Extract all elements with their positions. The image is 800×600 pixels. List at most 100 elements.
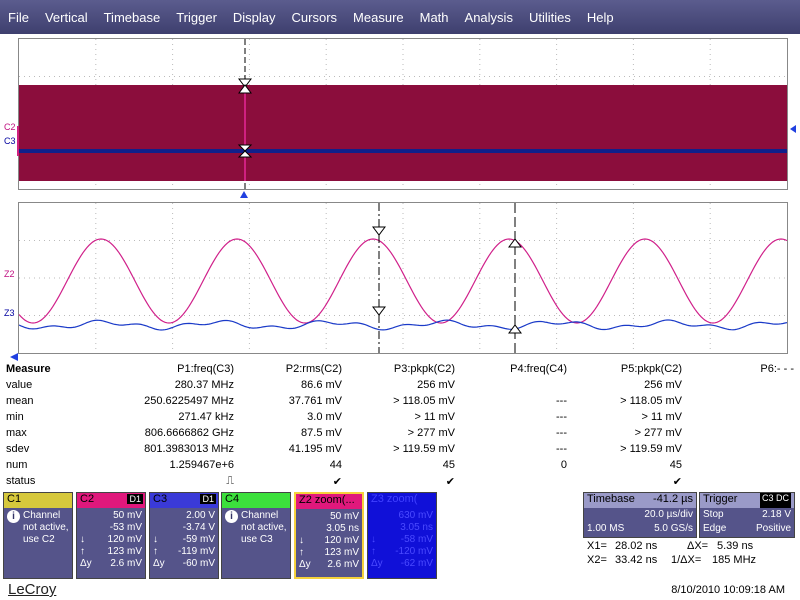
measure-column-p5[interactable]: P5:pkpk(C2) — [621, 363, 682, 375]
channel-value: -120 mV — [395, 546, 433, 557]
menu-bar: File Vertical Timebase Trigger Display Cursor… — [0, 0, 800, 34]
c2-trace-label: C2 — [4, 122, 16, 132]
measure-row: num 1.259467e+6 44 45 0 45 — [0, 458, 800, 474]
channel-value-row: -3.74 V — [153, 522, 215, 534]
measure-column-p6[interactable]: P6:- - - — [760, 363, 794, 375]
measure-value: 271.47 kHz — [178, 411, 234, 423]
channel-value-symbol: ↑ — [80, 546, 85, 557]
zoom-z3-title: Z3 zoom( — [368, 493, 436, 508]
menu-item-analysis[interactable]: Analysis — [457, 10, 521, 25]
measure-row-label: min — [6, 411, 24, 423]
channel-value-row: ↑ -119 mV — [153, 546, 215, 558]
menu-item-math[interactable]: Math — [412, 10, 457, 25]
channel-value: 3.05 ns — [400, 522, 433, 533]
menu-item-help[interactable]: Help — [579, 10, 622, 25]
timebase-div: 20.0 µs/div — [644, 509, 693, 520]
zoom-z3-box[interactable]: Z3 zoom( 630 mV 3.05 ns ↓ -58 mV ↑ -120 mV Δy -… — [367, 492, 437, 579]
measure-value: 37.761 mV — [288, 395, 342, 407]
measure-value: --- — [556, 443, 567, 455]
note-line: Channel — [241, 510, 279, 521]
channel-value-row: ↓ 120 mV — [80, 534, 142, 546]
z3-trace-label: Z3 — [4, 308, 15, 318]
measure-column-p2[interactable]: P2:rms(C2) — [286, 363, 342, 375]
channel-value-symbol: Δy — [153, 558, 165, 569]
channel-value-row: ↑ 123 mV — [80, 546, 142, 558]
channel-c4-box[interactable]: C4 i Channel not active, use C3 — [221, 492, 291, 579]
channel-value-symbol: Δy — [299, 559, 311, 570]
trigger-position-icon[interactable] — [236, 189, 252, 199]
channel-c2-tag: D1 — [127, 494, 143, 504]
measure-value: > 277 mV — [407, 427, 455, 439]
menu-item-vertical[interactable]: Vertical — [37, 10, 96, 25]
measure-value: 250.6225497 MHz — [144, 395, 234, 407]
channel-value-row: Δy -60 mV — [153, 558, 215, 570]
measure-column-p4[interactable]: P4:freq(C4) — [510, 363, 567, 375]
measure-column-p1[interactable]: P1:freq(C3) — [177, 363, 234, 375]
timebase-delay: -41.2 µs — [653, 493, 693, 505]
z2-trace — [19, 238, 787, 324]
measure-value: 41.195 mV — [288, 443, 342, 455]
channel-c2-box[interactable]: C2 D1 50 mV -53 mV ↓ 120 mV ↑ 123 mV Δy 2.6 mV — [76, 492, 146, 579]
measure-header-row: Measure P1:freq(C3) P2:rms(C2) P3:pkpk(C… — [0, 362, 800, 378]
measure-value: 256 mV — [417, 379, 455, 391]
timebase-label: Timebase — [587, 493, 635, 505]
measure-row-label: status — [6, 475, 36, 487]
menu-item-cursors[interactable]: Cursors — [284, 10, 346, 25]
trigger-title: Trigger C3 DC — [700, 493, 794, 508]
measure-column-p3[interactable]: P3:pkpk(C2) — [394, 363, 455, 375]
menu-item-file[interactable]: File — [0, 10, 37, 25]
timebase-rate: 5.0 GS/s — [654, 523, 693, 534]
timebase-box[interactable]: Timebase -41.2 µs 20.0 µs/div 1.00 MS 5.0… — [583, 492, 697, 538]
trigger-level: 2.18 V — [762, 509, 791, 520]
channel-value-row: ↓ 120 mV — [299, 535, 359, 547]
trigger-mode: Stop — [703, 509, 724, 520]
measure-value: 45 — [442, 459, 455, 471]
trigger-label: Trigger — [703, 493, 738, 505]
menu-item-trigger[interactable]: Trigger — [168, 10, 225, 25]
measure-row-label: value — [6, 379, 33, 391]
cursor-inv-value: 185 MHz — [712, 554, 757, 566]
channel-value-symbol: ↑ — [371, 546, 376, 557]
menu-item-timebase[interactable]: Timebase — [96, 10, 169, 25]
cursor-dx-value: 5.39 ns — [717, 540, 754, 552]
measure-row: sdev 801.3983013 MHz 41.195 mV > 119.59 mV -… — [0, 442, 800, 458]
zoom-z2-box[interactable]: Z2 zoom(... 50 mV 3.05 ns ↓ 120 mV ↑ 123 mV Δy… — [294, 492, 364, 579]
scroll-left-icon[interactable] — [8, 352, 22, 362]
menu-item-display[interactable]: Display — [225, 10, 284, 25]
channel-c3-box[interactable]: C3 D1 2.00 V -3.74 V ↓ -59 mV ↑ -119 mV Δy -60 m… — [149, 492, 219, 579]
channel-value-symbol: ↑ — [299, 547, 304, 558]
menu-item-measure[interactable]: Measure — [345, 10, 412, 25]
trigger-box[interactable]: Trigger C3 DC Stop 2.18 V Edge Positive — [699, 492, 795, 538]
channel-c1-box[interactable]: C1 i Channel not active, use C2 — [3, 492, 73, 579]
main-waveform-plot — [19, 39, 787, 189]
channel-value-row: ↑ 123 mV — [299, 547, 359, 559]
channel-c2-values: 50 mV -53 mV ↓ 120 mV ↑ 123 mV Δy 2.6 mV — [77, 508, 145, 572]
measure-value: > 118.05 mV — [393, 395, 455, 407]
cursor-x1-arrow-icon — [372, 306, 386, 316]
measure-row: max 806.6666862 GHz 87.5 mV > 277 mV --- > 27… — [0, 426, 800, 442]
zoom-waveform-grid[interactable] — [18, 202, 788, 354]
channel-value-symbol: ↓ — [371, 534, 376, 545]
note-line: not active, — [23, 522, 69, 533]
trigger-slope: Positive — [755, 523, 791, 534]
main-waveform-grid[interactable] — [18, 38, 788, 190]
measure-value: ⎍ — [226, 475, 234, 487]
measure-row: status ⎍ ✔ ✔ ✔ — [0, 474, 800, 490]
channel-value: 630 mV — [398, 510, 433, 521]
channel-value-row: 50 mV — [299, 511, 359, 523]
timebase-samples: 1.00 MS — [587, 523, 625, 534]
measure-value: > 119.59 mV — [393, 443, 455, 455]
menu-item-utilities[interactable]: Utilities — [521, 10, 579, 25]
channel-c3-tag: D1 — [200, 494, 216, 504]
channel-c1-title: C1 — [4, 493, 72, 508]
measure-value: 280.37 MHz — [174, 379, 234, 391]
measure-value: --- — [556, 427, 567, 439]
channel-c2-title: C2 D1 — [77, 493, 145, 508]
trigger-level-icon[interactable] — [787, 124, 799, 134]
channel-value-row: Δy 2.6 mV — [299, 559, 359, 571]
channel-value: -58 mV — [400, 534, 433, 545]
cursor-x1-label: X1= — [587, 540, 607, 552]
measure-value: --- — [556, 395, 567, 407]
measure-value: > 118.05 mV — [620, 395, 682, 407]
measure-value: 0 — [560, 459, 567, 471]
